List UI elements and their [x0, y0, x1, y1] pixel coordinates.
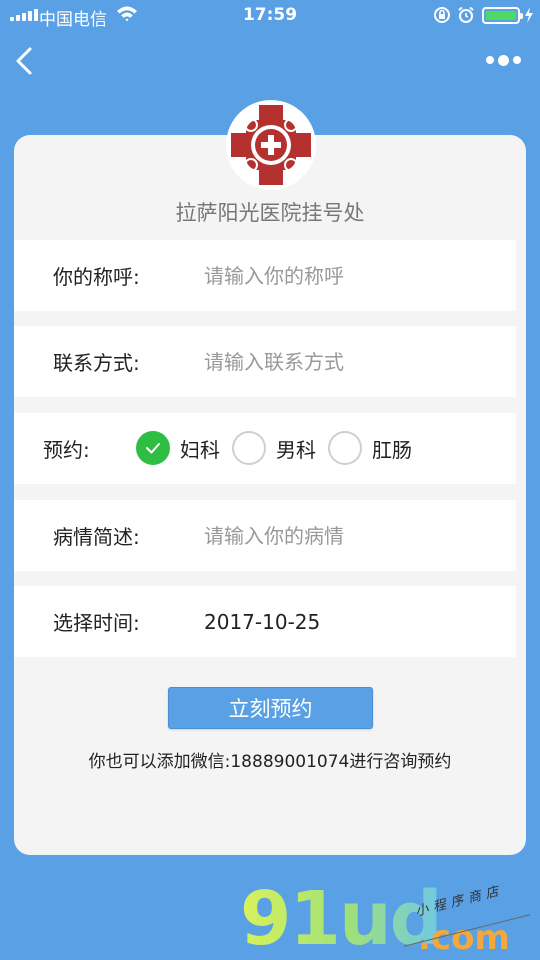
- time-row: 选择时间: 2017-10-25: [14, 586, 516, 657]
- appointment-label: 预约:: [43, 438, 90, 462]
- lock-rotation-icon: [434, 7, 450, 23]
- submit-appointment-button[interactable]: 立刻预约: [168, 687, 373, 729]
- contact-row: 联系方式:: [14, 326, 516, 397]
- radio-label-andrology: 男科: [276, 437, 316, 462]
- radio-option-proctology[interactable]: 肛肠: [328, 431, 412, 465]
- hospital-logo: [226, 100, 316, 190]
- condition-label: 病情简述:: [53, 525, 140, 549]
- radio-checked-circle[interactable]: [136, 431, 170, 465]
- time-label: 选择时间:: [53, 611, 140, 635]
- appointment-row: 预约: 妇科 男科 肛肠: [14, 413, 516, 484]
- hospital-cross-logo: [228, 102, 314, 188]
- hospital-name: 拉萨阳光医院挂号处: [175, 201, 365, 225]
- contact-input[interactable]: [204, 341, 494, 382]
- date-picker-value[interactable]: 2017-10-25: [204, 610, 320, 634]
- charging-bolt-icon: [525, 7, 533, 23]
- radio-label-gynecology: 妇科: [180, 437, 220, 462]
- battery-icon: [482, 7, 523, 24]
- watermark-brand: 91ud: [240, 876, 443, 960]
- radio-unchecked-circle[interactable]: [232, 431, 266, 465]
- name-row: 你的称呼:: [14, 240, 516, 311]
- condition-input[interactable]: [204, 515, 494, 556]
- wechat-note: 你也可以添加微信:18889001074进行咨询预约: [88, 752, 452, 772]
- name-input[interactable]: [204, 255, 494, 296]
- alarm-icon: [458, 6, 474, 23]
- radio-unchecked-circle[interactable]: [328, 431, 362, 465]
- condition-row: 病情简述:: [14, 500, 516, 571]
- radio-option-gynecology[interactable]: 妇科: [136, 431, 220, 465]
- back-arrow-icon[interactable]: [12, 45, 38, 77]
- name-label: 你的称呼:: [53, 265, 140, 289]
- more-dots-icon[interactable]: [486, 52, 522, 68]
- radio-option-andrology[interactable]: 男科: [232, 431, 316, 465]
- radio-label-proctology: 肛肠: [372, 437, 412, 462]
- contact-label: 联系方式:: [53, 351, 140, 375]
- status-bar: 中国电信 17:59: [0, 0, 540, 30]
- checkmark-icon: [146, 443, 160, 454]
